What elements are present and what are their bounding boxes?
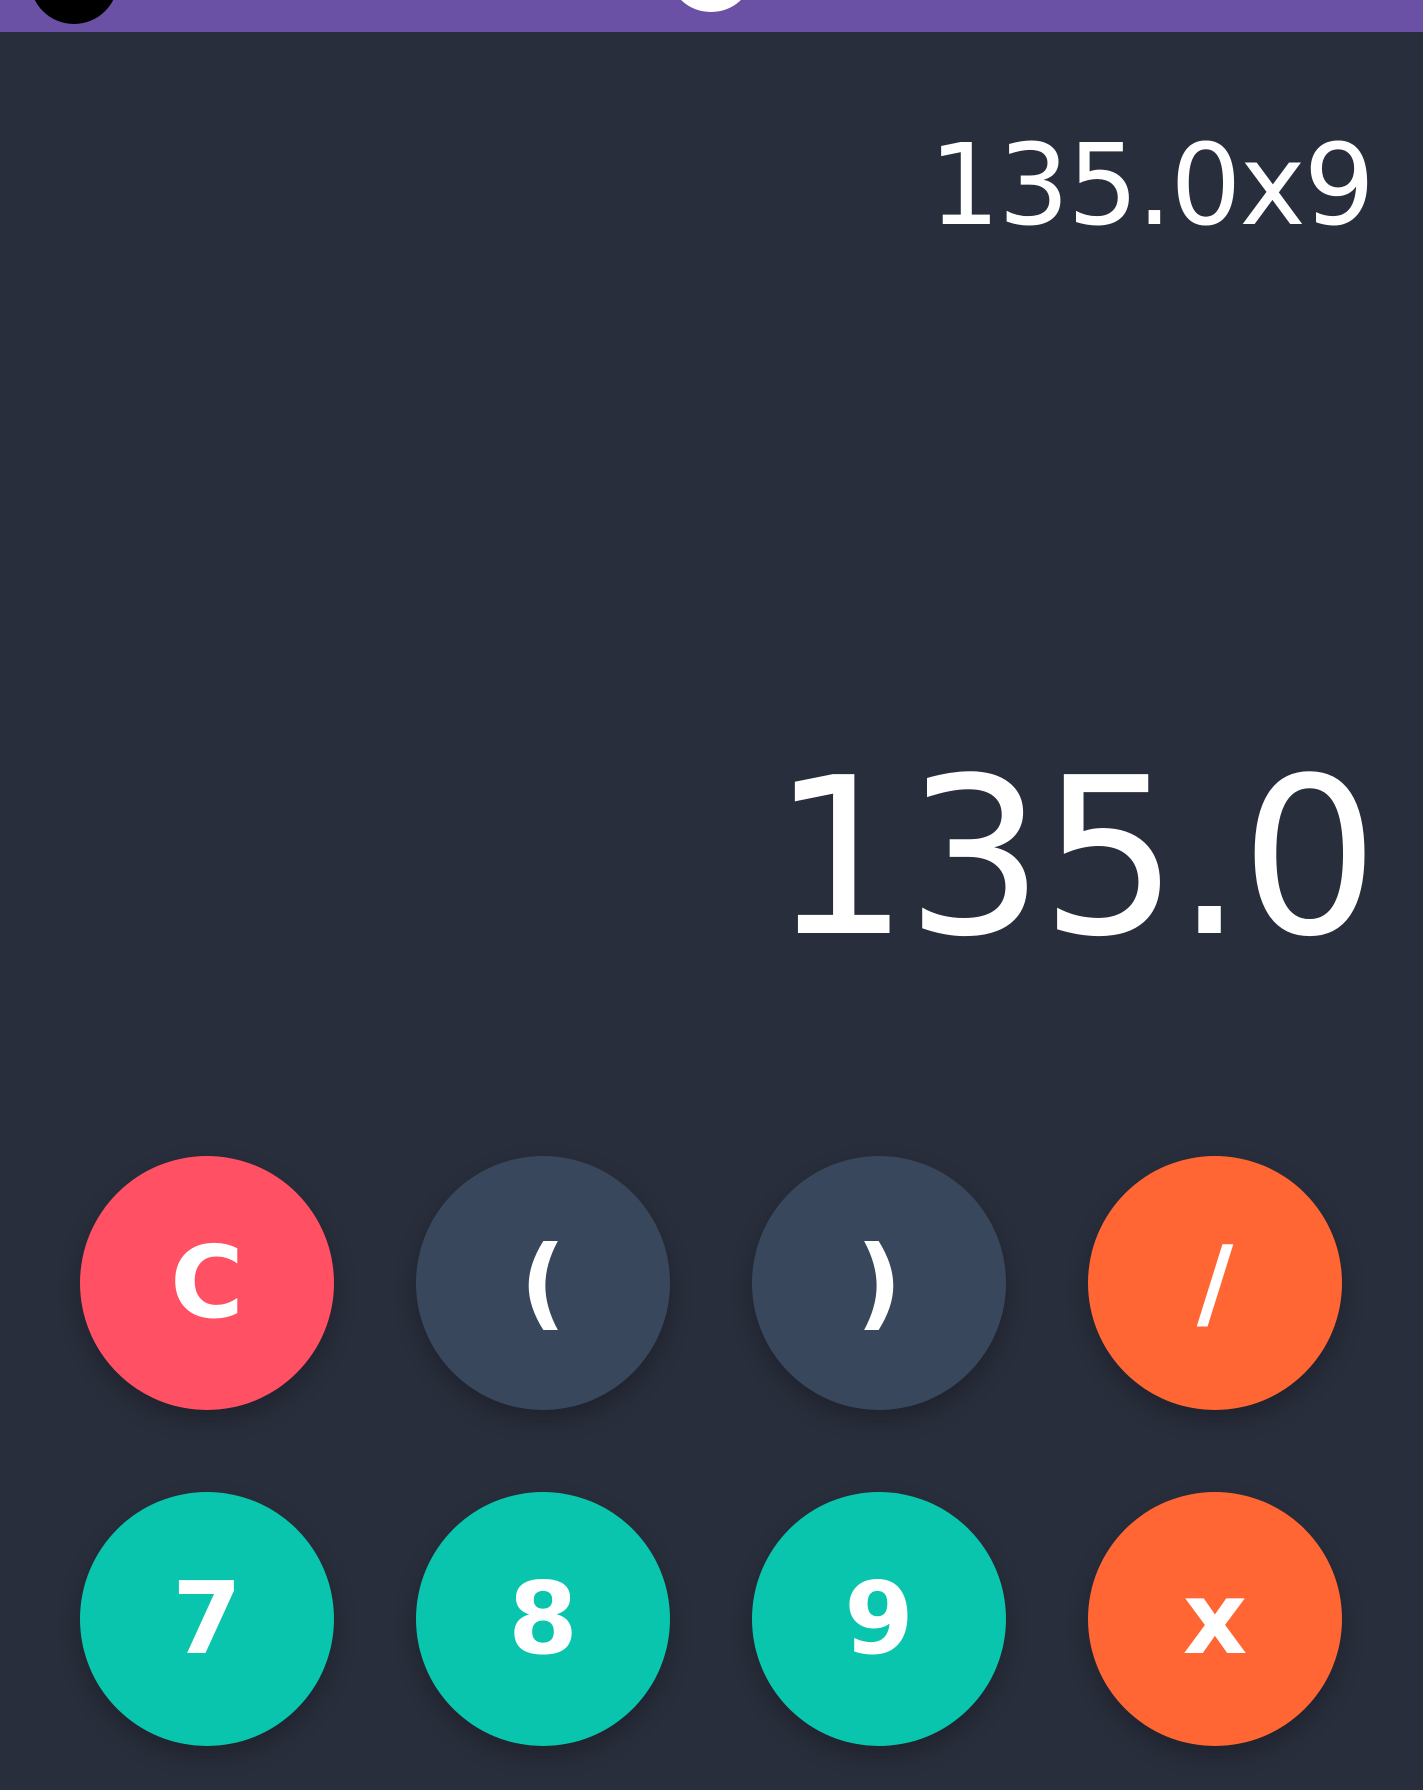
status-indicator-icon <box>670 0 752 12</box>
result-text: 135.0 <box>770 732 1379 985</box>
expression-text: 135.0x9 <box>928 121 1375 251</box>
digit-9-button[interactable]: 9 <box>752 1492 1006 1746</box>
top-bar <box>0 0 1423 32</box>
clear-button[interactable]: C <box>80 1156 334 1410</box>
keypad: C ( ) / 7 8 9 x <box>0 1132 1423 1790</box>
calculator-display: 135.0x9 135.0 <box>0 32 1423 1132</box>
close-paren-button[interactable]: ) <box>752 1156 1006 1410</box>
digit-8-button[interactable]: 8 <box>416 1492 670 1746</box>
divide-button[interactable]: / <box>1088 1156 1342 1410</box>
digit-7-button[interactable]: 7 <box>80 1492 334 1746</box>
multiply-button[interactable]: x <box>1088 1492 1342 1746</box>
open-paren-button[interactable]: ( <box>416 1156 670 1410</box>
camera-cutout-icon <box>30 0 118 24</box>
